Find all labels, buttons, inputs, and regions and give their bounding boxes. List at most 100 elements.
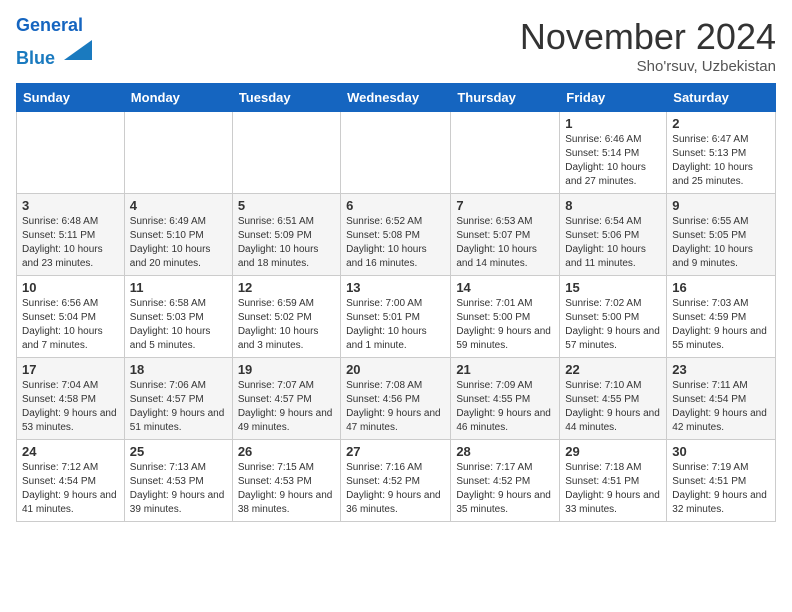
day-number: 2 — [672, 116, 770, 131]
month-title: November 2024 — [520, 16, 776, 58]
day-number: 20 — [346, 362, 445, 377]
day-number: 9 — [672, 198, 770, 213]
col-header-thursday: Thursday — [451, 84, 560, 112]
day-number: 29 — [565, 444, 661, 459]
col-header-tuesday: Tuesday — [232, 84, 340, 112]
day-number: 19 — [238, 362, 335, 377]
day-number: 18 — [130, 362, 227, 377]
calendar-cell: 19 Sunrise: 7:07 AM Sunset: 4:57 PM Dayli… — [232, 358, 340, 440]
day-number: 23 — [672, 362, 770, 377]
day-number: 26 — [238, 444, 335, 459]
calendar-cell: 8Sunrise: 6:54 AM Sunset: 5:06 PM Daylig… — [560, 194, 667, 276]
day-info: Sunrise: 6:53 AM Sunset: 5:07 PM Dayligh… — [456, 215, 554, 271]
day-number: 10 — [22, 280, 119, 295]
calendar-cell: 15Sunrise: 7:02 AM Sunset: 5:00 PM Dayli… — [560, 276, 667, 358]
calendar-cell — [17, 112, 125, 194]
calendar-cell: 13 Sunrise: 7:00 AM Sunset: 5:01 PM Dayli… — [341, 276, 451, 358]
day-number: 3 — [22, 198, 119, 213]
day-number: 14 — [456, 280, 554, 295]
day-number: 7 — [456, 198, 554, 213]
calendar-cell: 28 Sunrise: 7:17 AM Sunset: 4:52 PM Dayli… — [451, 440, 560, 522]
calendar-week-0: 1Sunrise: 6:46 AM Sunset: 5:14 PM Daylig… — [17, 112, 776, 194]
calendar-cell — [341, 112, 451, 194]
col-header-wednesday: Wednesday — [341, 84, 451, 112]
page-header: General Blue November 2024 Sho'rsuv, Uzb… — [16, 16, 776, 75]
calendar-cell: 22Sunrise: 7:10 AM Sunset: 4:55 PM Dayli… — [560, 358, 667, 440]
day-info: Sunrise: 6:58 AM Sunset: 5:03 PM Dayligh… — [130, 297, 227, 353]
day-number: 17 — [22, 362, 119, 377]
day-number: 15 — [565, 280, 661, 295]
day-info: Sunrise: 7:07 AM Sunset: 4:57 PM Dayligh… — [238, 379, 335, 435]
logo-general: General — [16, 15, 83, 35]
calendar-cell: 5 Sunrise: 6:51 AM Sunset: 5:09 PM Daylig… — [232, 194, 340, 276]
day-info: Sunrise: 6:47 AM Sunset: 5:13 PM Dayligh… — [672, 133, 770, 189]
calendar-cell: 18 Sunrise: 7:06 AM Sunset: 4:57 PM Dayli… — [124, 358, 232, 440]
calendar-table: SundayMondayTuesdayWednesdayThursdayFrid… — [16, 83, 776, 522]
calendar-header-row: SundayMondayTuesdayWednesdayThursdayFrid… — [17, 84, 776, 112]
day-info: Sunrise: 7:17 AM Sunset: 4:52 PM Dayligh… — [456, 461, 554, 517]
day-info: Sunrise: 7:18 AM Sunset: 4:51 PM Dayligh… — [565, 461, 661, 517]
day-info: Sunrise: 7:04 AM Sunset: 4:58 PM Dayligh… — [22, 379, 119, 435]
day-number: 11 — [130, 280, 227, 295]
calendar-cell: 24Sunrise: 7:12 AM Sunset: 4:54 PM Dayli… — [17, 440, 125, 522]
day-info: Sunrise: 6:56 AM Sunset: 5:04 PM Dayligh… — [22, 297, 119, 353]
day-info: Sunrise: 7:06 AM Sunset: 4:57 PM Dayligh… — [130, 379, 227, 435]
calendar-cell: 29 Sunrise: 7:18 AM Sunset: 4:51 PM Dayli… — [560, 440, 667, 522]
day-info: Sunrise: 7:00 AM Sunset: 5:01 PM Dayligh… — [346, 297, 445, 353]
day-info: Sunrise: 7:16 AM Sunset: 4:52 PM Dayligh… — [346, 461, 445, 517]
calendar-cell: 12 Sunrise: 6:59 AM Sunset: 5:02 PM Dayli… — [232, 276, 340, 358]
calendar-cell — [451, 112, 560, 194]
day-info: Sunrise: 7:03 AM Sunset: 4:59 PM Dayligh… — [672, 297, 770, 353]
day-info: Sunrise: 6:49 AM Sunset: 5:10 PM Dayligh… — [130, 215, 227, 271]
day-info: Sunrise: 6:59 AM Sunset: 5:02 PM Dayligh… — [238, 297, 335, 353]
calendar-cell: 27 Sunrise: 7:16 AM Sunset: 4:52 PM Dayli… — [341, 440, 451, 522]
calendar-cell: 9 Sunrise: 6:55 AM Sunset: 5:05 PM Daylig… — [667, 194, 776, 276]
calendar-week-3: 17 Sunrise: 7:04 AM Sunset: 4:58 PM Dayli… — [17, 358, 776, 440]
day-info: Sunrise: 6:48 AM Sunset: 5:11 PM Dayligh… — [22, 215, 119, 271]
calendar-cell: 26 Sunrise: 7:15 AM Sunset: 4:53 PM Dayli… — [232, 440, 340, 522]
day-number: 30 — [672, 444, 770, 459]
calendar-cell: 23 Sunrise: 7:11 AM Sunset: 4:54 PM Dayli… — [667, 358, 776, 440]
day-number: 27 — [346, 444, 445, 459]
day-number: 16 — [672, 280, 770, 295]
day-info: Sunrise: 7:15 AM Sunset: 4:53 PM Dayligh… — [238, 461, 335, 517]
day-info: Sunrise: 7:11 AM Sunset: 4:54 PM Dayligh… — [672, 379, 770, 435]
location: Sho'rsuv, Uzbekistan — [520, 58, 776, 75]
day-number: 22 — [565, 362, 661, 377]
day-info: Sunrise: 7:09 AM Sunset: 4:55 PM Dayligh… — [456, 379, 554, 435]
col-header-saturday: Saturday — [667, 84, 776, 112]
calendar-body: 1Sunrise: 6:46 AM Sunset: 5:14 PM Daylig… — [17, 112, 776, 522]
day-info: Sunrise: 7:08 AM Sunset: 4:56 PM Dayligh… — [346, 379, 445, 435]
day-info: Sunrise: 6:55 AM Sunset: 5:05 PM Dayligh… — [672, 215, 770, 271]
calendar-cell: 3 Sunrise: 6:48 AM Sunset: 5:11 PM Daylig… — [17, 194, 125, 276]
day-number: 28 — [456, 444, 554, 459]
calendar-cell: 4 Sunrise: 6:49 AM Sunset: 5:10 PM Daylig… — [124, 194, 232, 276]
day-info: Sunrise: 7:01 AM Sunset: 5:00 PM Dayligh… — [456, 297, 554, 353]
calendar-cell: 25 Sunrise: 7:13 AM Sunset: 4:53 PM Dayli… — [124, 440, 232, 522]
calendar-cell: 14 Sunrise: 7:01 AM Sunset: 5:00 PM Dayli… — [451, 276, 560, 358]
calendar-cell: 11 Sunrise: 6:58 AM Sunset: 5:03 PM Dayli… — [124, 276, 232, 358]
calendar-cell: 1Sunrise: 6:46 AM Sunset: 5:14 PM Daylig… — [560, 112, 667, 194]
calendar-cell: 16 Sunrise: 7:03 AM Sunset: 4:59 PM Dayli… — [667, 276, 776, 358]
calendar-cell: 6Sunrise: 6:52 AM Sunset: 5:08 PM Daylig… — [341, 194, 451, 276]
calendar-week-4: 24Sunrise: 7:12 AM Sunset: 4:54 PM Dayli… — [17, 440, 776, 522]
day-info: Sunrise: 6:52 AM Sunset: 5:08 PM Dayligh… — [346, 215, 445, 271]
day-number: 24 — [22, 444, 119, 459]
day-number: 5 — [238, 198, 335, 213]
day-number: 25 — [130, 444, 227, 459]
day-number: 8 — [565, 198, 661, 213]
day-info: Sunrise: 7:13 AM Sunset: 4:53 PM Dayligh… — [130, 461, 227, 517]
logo-icon — [64, 36, 92, 64]
day-number: 4 — [130, 198, 227, 213]
calendar-cell: 7 Sunrise: 6:53 AM Sunset: 5:07 PM Daylig… — [451, 194, 560, 276]
calendar-cell: 30 Sunrise: 7:19 AM Sunset: 4:51 PM Dayli… — [667, 440, 776, 522]
day-info: Sunrise: 7:19 AM Sunset: 4:51 PM Dayligh… — [672, 461, 770, 517]
day-number: 12 — [238, 280, 335, 295]
day-number: 1 — [565, 116, 661, 131]
title-block: November 2024 Sho'rsuv, Uzbekistan — [520, 16, 776, 75]
day-info: Sunrise: 6:51 AM Sunset: 5:09 PM Dayligh… — [238, 215, 335, 271]
col-header-monday: Monday — [124, 84, 232, 112]
calendar-cell — [232, 112, 340, 194]
day-number: 13 — [346, 280, 445, 295]
logo-blue: Blue — [16, 48, 55, 68]
